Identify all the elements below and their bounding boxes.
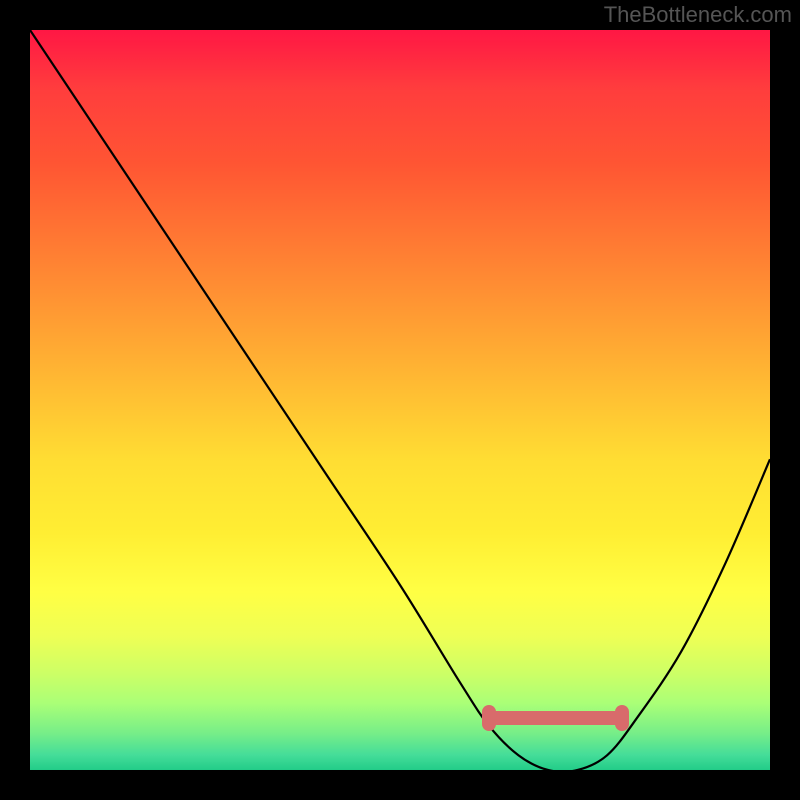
- watermark-text: TheBottleneck.com: [604, 2, 792, 28]
- optimal-range-band: [489, 711, 622, 725]
- optimal-range-right-marker: [615, 705, 629, 731]
- chart-plot-area: [30, 30, 770, 770]
- optimal-range-left-marker: [482, 705, 496, 731]
- bottleneck-curve: [30, 30, 770, 770]
